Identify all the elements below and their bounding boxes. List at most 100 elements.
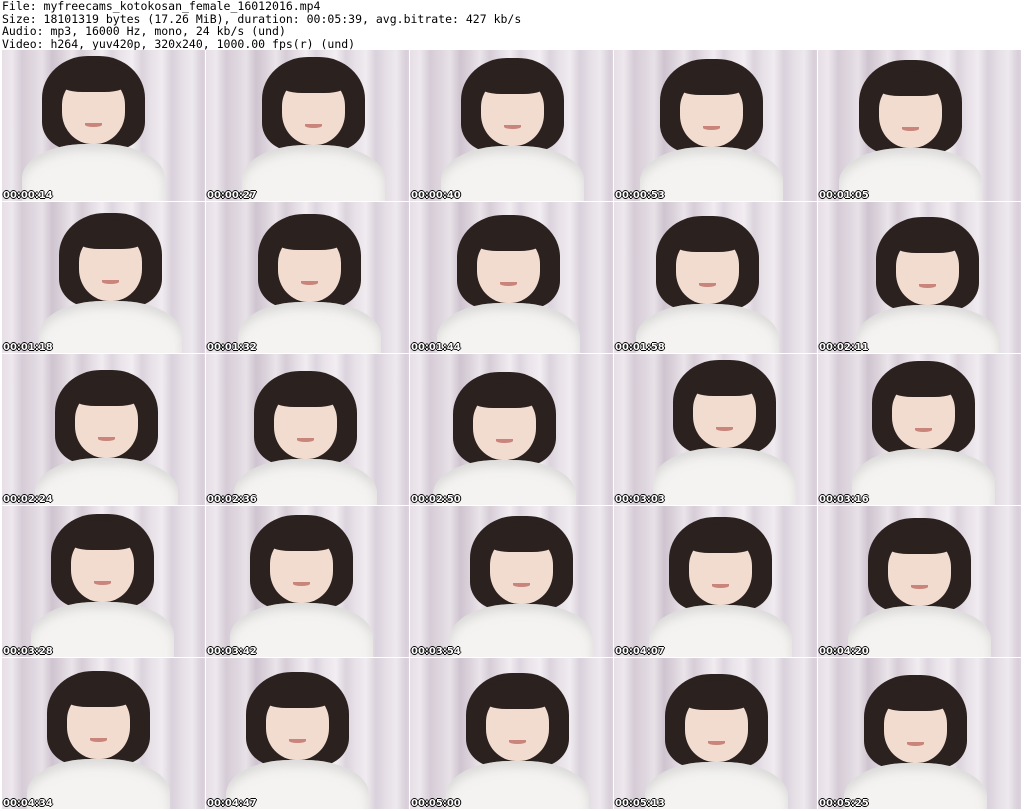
person-bangs — [683, 523, 758, 554]
person-bangs — [886, 367, 961, 398]
frame-timestamp: 00:01:58 — [615, 342, 665, 353]
frame-timestamp: 00:04:07 — [615, 646, 665, 657]
person-mouth — [495, 438, 513, 444]
person-bangs — [69, 376, 144, 407]
person-mouth — [910, 584, 928, 590]
frame-timestamp: 00:01:32 — [207, 342, 257, 353]
person-bangs — [878, 681, 953, 712]
person-figure — [230, 515, 373, 657]
video-frame-thumbnail: 00:01:58 — [614, 202, 817, 353]
video-frame-thumbnail: 00:02:11 — [818, 202, 1021, 353]
video-frame-thumbnail: 00:01:44 — [410, 202, 613, 353]
video-frame-thumbnail: 00:03:42 — [206, 506, 409, 657]
person-bangs — [272, 220, 347, 251]
person-figure — [35, 370, 178, 505]
person-figure — [636, 216, 779, 353]
person-mouth — [84, 122, 102, 128]
video-frame-thumbnail: 00:00:53 — [614, 50, 817, 201]
person-sweater — [848, 605, 991, 657]
video-frame-thumbnail: 00:00:40 — [410, 50, 613, 201]
person-mouth — [101, 279, 119, 285]
video-frame-thumbnail: 00:04:34 — [2, 658, 205, 809]
person-figure — [446, 673, 589, 809]
person-mouth — [914, 427, 932, 433]
frame-timestamp: 00:04:47 — [207, 798, 257, 809]
person-bangs — [687, 366, 762, 397]
person-mouth — [512, 582, 530, 588]
frame-timestamp: 00:03:42 — [207, 646, 257, 657]
video-frame-thumbnail: 00:04:07 — [614, 506, 817, 657]
person-mouth — [508, 739, 526, 745]
person-bangs — [882, 524, 957, 555]
person-bangs — [475, 64, 550, 95]
person-figure — [839, 60, 982, 201]
frame-timestamp: 00:02:36 — [207, 494, 257, 505]
person-figure — [848, 518, 991, 657]
person-bangs — [890, 223, 965, 254]
person-bangs — [61, 677, 136, 708]
person-mouth — [499, 281, 517, 287]
person-sweater — [35, 457, 178, 505]
video-frame-thumbnail: 00:01:05 — [818, 50, 1021, 201]
frame-timestamp: 00:00:27 — [207, 190, 257, 201]
person-sweater — [649, 604, 792, 657]
person-figure — [433, 372, 576, 505]
person-figure — [852, 361, 995, 505]
video-frame-thumbnail: 00:01:32 — [206, 202, 409, 353]
person-figure — [653, 360, 796, 505]
video-frame-thumbnail: 00:00:27 — [206, 50, 409, 201]
frame-timestamp: 00:00:14 — [3, 190, 53, 201]
person-figure — [27, 671, 170, 809]
frame-timestamp: 00:04:34 — [3, 798, 53, 809]
file-info-header: File: myfreecams_kotokosan_female_160120… — [2, 0, 1022, 50]
person-mouth — [97, 436, 115, 442]
person-sweater — [238, 301, 381, 353]
frame-timestamp: 00:04:20 — [819, 646, 869, 657]
person-figure — [450, 516, 593, 657]
person-mouth — [304, 123, 322, 129]
person-mouth — [906, 741, 924, 747]
frame-timestamp: 00:02:11 — [819, 342, 869, 353]
person-bangs — [260, 678, 335, 709]
frame-timestamp: 00:03:03 — [615, 494, 665, 505]
frame-timestamp: 00:05:13 — [615, 798, 665, 809]
frame-timestamp: 00:01:18 — [3, 342, 53, 353]
person-figure — [22, 56, 165, 201]
person-figure — [238, 214, 381, 353]
person-sweater — [450, 603, 593, 657]
person-bangs — [276, 63, 351, 94]
person-bangs — [873, 66, 948, 97]
person-mouth — [288, 738, 306, 744]
person-sweater — [441, 145, 584, 201]
frame-timestamp: 00:03:54 — [411, 646, 461, 657]
person-figure — [441, 58, 584, 201]
person-mouth — [901, 126, 919, 132]
frame-timestamp: 00:00:40 — [411, 190, 461, 201]
thumbnail-grid: 00:00:14 00:00:27 00:00:40 00:00:53 00:01:05… — [2, 50, 1022, 809]
video-frame-thumbnail: 00:04:47 — [206, 658, 409, 809]
video-info-line: Video: h264, yuv420p, 320x240, 1000.00 f… — [2, 36, 356, 51]
person-mouth — [89, 737, 107, 743]
video-frame-thumbnail: 00:00:14 — [2, 50, 205, 201]
person-bangs — [467, 378, 542, 409]
file-name-line: File: myfreecams_kotokosan_female_160120… — [2, 0, 321, 13]
person-figure — [640, 59, 783, 201]
person-figure — [649, 517, 792, 657]
frame-timestamp: 00:01:44 — [411, 342, 461, 353]
person-mouth — [918, 283, 936, 289]
person-sweater — [653, 447, 796, 505]
person-mouth — [715, 426, 733, 432]
frame-timestamp: 00:02:24 — [3, 494, 53, 505]
frame-timestamp: 00:02:50 — [411, 494, 461, 505]
video-frame-thumbnail: 00:05:25 — [818, 658, 1021, 809]
person-bangs — [670, 222, 745, 253]
person-mouth — [503, 124, 521, 130]
frame-timestamp: 00:05:00 — [411, 798, 461, 809]
person-bangs — [679, 680, 754, 711]
person-figure — [645, 674, 788, 809]
video-frame-thumbnail: 00:03:54 — [410, 506, 613, 657]
person-bangs — [56, 62, 131, 93]
person-figure — [242, 57, 385, 201]
frame-timestamp: 00:03:28 — [3, 646, 53, 657]
video-frame-thumbnail: 00:03:28 — [2, 506, 205, 657]
